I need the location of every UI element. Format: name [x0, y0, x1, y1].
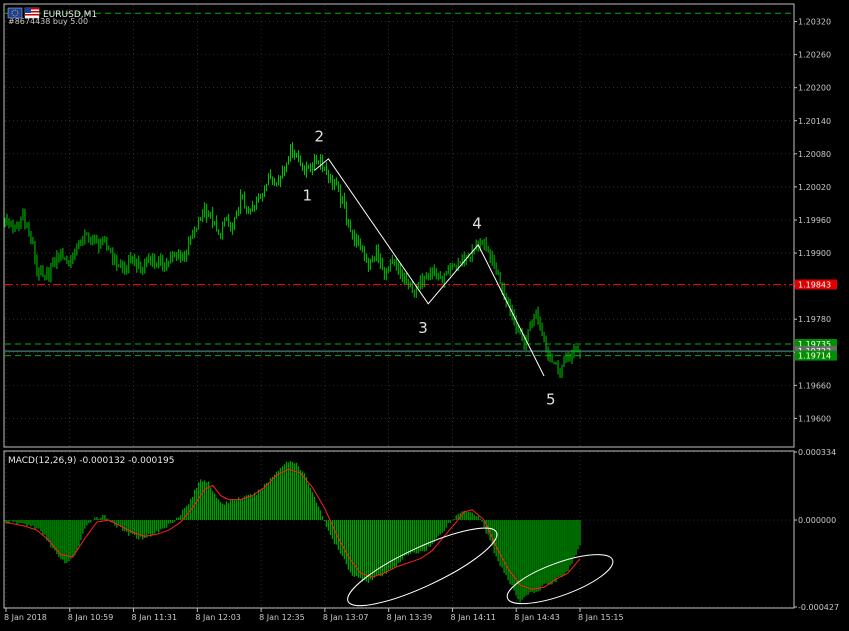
price-tick-label: 1.19780 — [798, 315, 831, 324]
level-tag-label-open-lower: 1.19714 — [798, 352, 831, 361]
symbol-header: EURUSD,M1 #8674438 buy 5.00 — [7, 7, 97, 26]
price-tick-label: 1.20080 — [798, 150, 831, 159]
time-tick-label: 8 Jan 15:15 — [578, 613, 624, 622]
price-tick-label: 1.19900 — [798, 249, 831, 258]
time-tick-label: 8 Jan 12:03 — [195, 613, 241, 622]
price-tick-label: 1.20140 — [798, 117, 831, 126]
wave-label-4: 4 — [472, 214, 482, 232]
price-tick-label: 1.20020 — [798, 183, 831, 192]
wave-label-2: 2 — [314, 128, 324, 146]
main-frame — [3, 3, 795, 448]
price-tick-label: 1.20260 — [798, 51, 831, 60]
time-tick-label: 8 Jan 14:11 — [450, 613, 496, 622]
time-tick-label: 8 Jan 13:07 — [323, 613, 369, 622]
macd-tick-label: 0.000000 — [798, 516, 836, 525]
time-tick-label: 8 Jan 11:31 — [132, 613, 178, 622]
price-tick-label: 1.20320 — [798, 18, 831, 27]
price-axis: 1.19600 1.19660 1.19780 1.19900 1.19960 1.200… — [794, 18, 831, 423]
macd-axis: 0.000334 0.000000 -0.000427 — [794, 448, 839, 612]
time-tick-label: 8 Jan 14:43 — [514, 613, 560, 622]
time-tick-label: 8 Jan 10:59 — [68, 613, 114, 622]
price-tick-label: 1.19660 — [798, 381, 831, 390]
time-tick-label: 8 Jan 13:39 — [387, 613, 433, 622]
trade-label[interactable]: #8674438 buy 5.00 — [8, 17, 88, 26]
time-tick-label: 8 Jan 12:35 — [259, 613, 305, 622]
price-tick-label: 1.20200 — [798, 84, 831, 93]
macd-tick-label: -0.000427 — [798, 603, 839, 612]
time-axis: 8 Jan 2018 8 Jan 10:59 8 Jan 11:31 8 Jan 12… — [4, 608, 624, 622]
chart-window[interactable]: 1 2 3 4 5 1.19600 1.19660 1.19780 1.19900 1.1996… — [0, 0, 849, 631]
price-tick-label: 1.19600 — [798, 414, 831, 423]
macd-tick-label: 0.000334 — [798, 448, 836, 457]
macd-title: MACD(12,26,9) -0.000132 -0.000195 — [8, 456, 174, 466]
level-tag-label-sl: 1.19843 — [798, 280, 831, 289]
wave-label-5: 5 — [546, 391, 556, 409]
price-tick-label: 1.19960 — [798, 216, 831, 225]
wave-label-3: 3 — [418, 319, 428, 337]
wave-label-1: 1 — [302, 187, 312, 205]
time-tick-label: 8 Jan 2018 — [4, 613, 47, 622]
